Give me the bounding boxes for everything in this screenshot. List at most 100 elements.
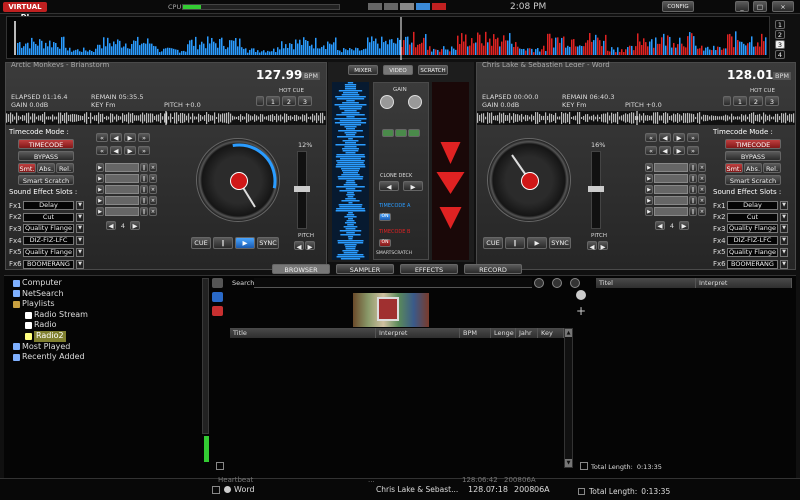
chevron-left-icon[interactable]: ◀ <box>655 221 665 230</box>
right-fx-slot[interactable]: Fx6 BOOMERANG ▼ <box>713 259 788 270</box>
sample-slot-field[interactable] <box>105 185 139 194</box>
close-icon[interactable]: × <box>698 163 706 172</box>
play-icon[interactable]: ▶ <box>96 185 104 194</box>
sample-slot-field[interactable] <box>105 207 139 216</box>
track-row[interactable]: Word Chris Lake & Sebast... 128.0 7:18 2… <box>212 485 554 494</box>
close-icon[interactable]: × <box>149 196 157 205</box>
pause-icon[interactable]: ‖ <box>140 174 148 183</box>
nav-button[interactable]: ◀ <box>659 146 671 155</box>
right-fx-slots[interactable]: Fx1 Delay ▼ Fx2 Cut ▼ Fx3 Quality Flange ▼ Fx4 DIZ… <box>713 200 788 270</box>
sample-slot-field[interactable] <box>654 185 688 194</box>
fx-slot-select[interactable]: BOOMERANG <box>23 259 74 269</box>
left-track-waveform[interactable] <box>6 111 326 125</box>
right-nav-buttons[interactable]: «◀ ▶» <box>645 133 699 142</box>
tree-item[interactable]: Playlists <box>9 299 209 310</box>
left-jog-wheel[interactable] <box>196 138 280 222</box>
close-icon[interactable]: × <box>149 174 157 183</box>
fx-slot-select[interactable]: Delay <box>727 201 778 210</box>
close-icon[interactable]: × <box>698 207 706 216</box>
play-icon[interactable]: ▶ <box>96 196 104 205</box>
nav-button[interactable]: ▶ <box>673 133 685 142</box>
tab-effects[interactable]: EFFECTS <box>400 264 458 274</box>
left-gain-knob[interactable] <box>380 95 394 109</box>
pause-icon[interactable]: ‖ <box>689 196 697 205</box>
close-icon[interactable]: × <box>149 163 157 172</box>
pause-icon[interactable]: ‖ <box>689 185 697 194</box>
chevron-down-icon[interactable]: ▼ <box>780 247 788 257</box>
tree-toolbar[interactable] <box>212 278 226 468</box>
right-timecode-button[interactable]: TIMECODE <box>725 139 781 149</box>
chevron-down-icon[interactable]: ▼ <box>780 224 788 234</box>
fx-slot-select[interactable]: DIZ-FIZ-LFC <box>23 236 74 246</box>
chevron-left-icon[interactable]: ◀ <box>106 221 116 230</box>
left-transport[interactable]: CUE ‖ ▶ SYNC <box>191 237 279 249</box>
left-fx-slot[interactable]: Fx2 Cut ▼ <box>9 212 84 223</box>
left-bypass-button[interactable]: BYPASS <box>18 151 74 161</box>
right-sample-slot[interactable]: ▶ ‖ × <box>645 185 706 194</box>
right-fx-slot[interactable]: Fx4 DIZ-FIZ-LFC ▼ <box>713 235 788 246</box>
pause-icon[interactable]: ‖ <box>140 185 148 194</box>
chevron-down-icon[interactable]: ▼ <box>780 236 788 246</box>
cover-flow[interactable] <box>353 293 429 327</box>
right-transport-small[interactable]: «◀▶»«◀▶»▶‖×▶‖×▶‖×▶‖×▶‖×◀4▶INOUTLOOP¼½124… <box>645 133 707 313</box>
chevron-down-icon[interactable]: ▼ <box>76 201 84 210</box>
fx-slot-select[interactable]: BOOMERANG <box>727 259 778 269</box>
chevron-down-icon[interactable]: ▼ <box>76 212 84 222</box>
col-title[interactable]: Title <box>230 328 376 338</box>
config-button[interactable]: CONFIG <box>662 1 694 12</box>
sample-slot-field[interactable] <box>105 163 139 172</box>
play-icon[interactable]: ▶ <box>645 185 653 194</box>
side-list[interactable]: Titel Interpret <box>596 278 792 463</box>
timecode-b-on[interactable]: ON <box>379 239 391 247</box>
right-sample-slot[interactable]: ▶ ‖ × <box>645 174 706 183</box>
add-folder-icon[interactable] <box>212 292 223 302</box>
right-smart-scratch-button[interactable]: Smart Scratch <box>725 175 781 185</box>
left-transport-small[interactable]: «◀▶»«◀▶»▶‖×▶‖×▶‖×▶‖×▶‖×◀4▶INOUTLOOP¼½124… <box>96 133 158 313</box>
left-fx-slot[interactable]: Fx3 Quality Flange ▼ <box>9 223 84 234</box>
right-fx-slot[interactable]: Fx2 Cut ▼ <box>713 212 788 223</box>
lock-icon[interactable] <box>216 462 224 470</box>
close-icon[interactable]: × <box>698 196 706 205</box>
left-fx-slot[interactable]: Fx4 DIZ-FIZ-LFC ▼ <box>9 235 84 246</box>
fx-slot-select[interactable]: Cut <box>23 212 74 222</box>
right-hotcues[interactable]: 1 2 3 <box>723 96 779 106</box>
sideview-toolbar[interactable]: + <box>576 290 588 317</box>
left-mode-buttons[interactable]: Smt. Abs. Rel. <box>18 163 74 173</box>
right-sample-slot[interactable]: ▶ ‖ × <box>645 196 706 205</box>
fx-slot-select[interactable]: Quality Flange <box>23 247 74 257</box>
right-bypass-button[interactable]: BYPASS <box>725 151 781 161</box>
pause-icon[interactable]: ‖ <box>140 207 148 216</box>
left-nav-buttons-2[interactable]: «◀ ▶» <box>96 146 150 155</box>
chevron-down-icon[interactable]: ▼ <box>780 259 788 269</box>
nav-button[interactable]: » <box>687 133 699 142</box>
nav-button[interactable]: ▶ <box>124 146 136 155</box>
nav-button[interactable]: « <box>645 133 657 142</box>
pause-icon[interactable]: ‖ <box>689 163 697 172</box>
sample-slot-field[interactable] <box>654 207 688 216</box>
right-nav-buttons-2[interactable]: «◀ ▶» <box>645 146 699 155</box>
chevron-right-icon[interactable]: ▶ <box>130 221 140 230</box>
col-length[interactable]: Lenge <box>491 328 516 338</box>
nav-button[interactable]: » <box>687 146 699 155</box>
clone-deck-buttons[interactable]: ◀ ▶ <box>379 181 423 191</box>
right-pitch-slider[interactable] <box>588 151 604 229</box>
sample-slot-field[interactable] <box>105 196 139 205</box>
pause-icon[interactable]: ‖ <box>140 163 148 172</box>
nav-button[interactable]: ◀ <box>110 133 122 142</box>
tree-item[interactable]: Radio <box>9 320 209 331</box>
chevron-down-icon[interactable]: ▼ <box>76 236 84 246</box>
search-input[interactable] <box>254 278 532 288</box>
left-fx-slots[interactable]: Fx1 Delay ▼ Fx2 Cut ▼ Fx3 Quality Flange ▼ Fx4 DIZ… <box>9 200 84 270</box>
track-row-previous[interactable]: Heartbeat ... 128.0 6:42 2008 06A <box>218 476 540 484</box>
left-sample-slot[interactable]: ▶ ‖ × <box>96 163 157 172</box>
pause-icon[interactable]: ‖ <box>689 207 697 216</box>
fx-slot-select[interactable]: Cut <box>727 212 778 222</box>
nav-button[interactable]: ▶ <box>124 133 136 142</box>
play-icon[interactable]: ▶ <box>645 196 653 205</box>
col-interpret[interactable]: Interpret <box>376 328 460 338</box>
pause-icon[interactable]: ‖ <box>689 174 697 183</box>
left-fx-slot[interactable]: Fx1 Delay ▼ <box>9 200 84 211</box>
timecode-a-on[interactable]: ON <box>379 213 391 221</box>
right-transport[interactable]: CUE ‖ ▶ SYNC <box>483 237 571 249</box>
pause-icon[interactable]: ‖ <box>140 196 148 205</box>
